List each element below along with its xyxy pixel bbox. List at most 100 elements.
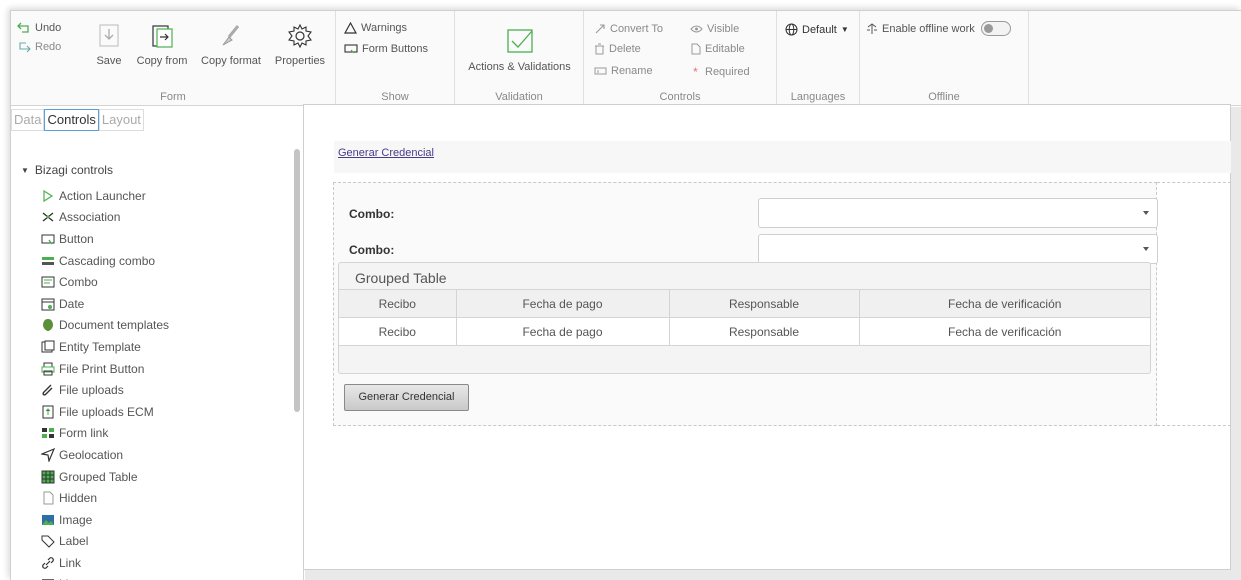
control-item-label: Hidden — [59, 491, 98, 506]
rename-icon — [594, 67, 607, 75]
actions-validations-button[interactable]: Actions & Validations — [461, 27, 578, 73]
column-header[interactable]: Responsable — [669, 289, 860, 318]
properties-label: Properties — [274, 55, 326, 67]
control-item[interactable]: Button — [41, 228, 169, 250]
table-row[interactable]: Recibo Fecha de pago Responsable Fecha d… — [339, 317, 1150, 346]
grouped-table[interactable]: Grouped Table Recibo Fecha de pago Respo… — [338, 262, 1151, 374]
control-item-label: Form link — [59, 426, 109, 441]
table-cell: Recibo — [339, 317, 457, 346]
control-item-label: File Print Button — [59, 361, 145, 376]
redo-icon — [19, 42, 31, 53]
editable-icon — [691, 43, 701, 55]
redo-label: Redo — [35, 41, 62, 53]
control-item[interactable]: File uploads ECM — [41, 401, 169, 423]
warnings-button[interactable]: Warnings — [344, 22, 407, 34]
control-item[interactable]: Entity Template — [41, 336, 169, 358]
warning-triangle-icon — [344, 22, 357, 34]
grouped-table-grid: Recibo Fecha de pago Responsable Fecha d… — [339, 289, 1150, 346]
tab-data[interactable]: Data — [11, 109, 45, 131]
offline-icon — [867, 22, 877, 34]
enable-offline-toggle[interactable]: Enable offline work — [866, 21, 1011, 36]
generar-credencial-link[interactable]: Generar Credencial — [338, 147, 434, 159]
control-item-label: File uploads — [59, 383, 124, 398]
control-item[interactable]: File uploads — [41, 379, 169, 401]
visible-toggle[interactable]: Visible — [690, 23, 739, 35]
control-item[interactable]: Link — [41, 552, 169, 574]
control-item-label: File uploads ECM — [59, 404, 154, 419]
control-item[interactable]: Image — [41, 509, 169, 531]
eye-icon — [690, 25, 703, 33]
tree-root-label: Bizagi controls — [34, 163, 113, 177]
tree-root-bizagi-controls[interactable]: ▼ Bizagi controls — [21, 163, 113, 177]
control-item[interactable]: Geolocation — [41, 444, 169, 466]
control-item[interactable]: Hidden — [41, 487, 169, 509]
panel-tabs: Data Controls Layout — [11, 109, 144, 131]
control-item[interactable]: Association — [41, 207, 169, 229]
delete-button[interactable]: Delete — [594, 43, 641, 55]
image-icon — [42, 514, 54, 525]
control-item[interactable]: Date — [41, 293, 169, 315]
convert-to-label: Convert To — [610, 23, 663, 35]
undo-button[interactable]: Undo — [17, 22, 61, 34]
cascading-combo-icon — [42, 256, 54, 265]
control-item-label: Label — [59, 534, 89, 549]
tab-layout[interactable]: Layout — [98, 109, 144, 131]
control-item[interactable]: Grouped Table — [41, 466, 169, 488]
control-item-label: Image — [59, 512, 93, 527]
delete-label: Delete — [609, 43, 641, 55]
languages-group: Default ▼ Languages — [777, 11, 860, 106]
redo-button[interactable]: Redo — [17, 41, 61, 53]
table-cell: Fecha de verificación — [948, 324, 1062, 339]
asterisk-icon: * — [693, 65, 698, 79]
hidden-file-icon — [43, 491, 54, 505]
control-item-label: Link — [59, 555, 82, 570]
copy-from-button[interactable]: Copy from — [129, 23, 195, 67]
combo1-select[interactable] — [758, 198, 1158, 228]
save-button[interactable]: Save — [94, 23, 124, 67]
control-item[interactable]: List — [41, 574, 169, 580]
table-cell: Fecha de pago — [456, 317, 670, 346]
combo1-label: Combo: — [349, 207, 395, 221]
control-item[interactable]: Cascading combo — [41, 250, 169, 272]
calendar-icon — [41, 298, 55, 311]
required-label: Required — [705, 66, 750, 78]
control-item-label: Document templates — [59, 318, 170, 333]
form-buttons-button[interactable]: Form Buttons — [344, 43, 428, 55]
actions-validations-label: Actions & Validations — [468, 61, 571, 73]
panel-scrollbar[interactable] — [294, 149, 300, 412]
convert-icon — [595, 24, 605, 34]
column-header[interactable]: Fecha de verificación — [859, 290, 1150, 318]
gear-icon — [288, 23, 312, 49]
convert-to-button[interactable]: Convert To — [594, 23, 663, 35]
required-toggle[interactable]: * Required — [690, 65, 750, 79]
control-item-label: Grouped Table — [59, 469, 138, 484]
column-header[interactable]: Recibo — [339, 289, 457, 318]
control-item[interactable]: File Print Button — [41, 358, 169, 380]
control-item[interactable]: Combo — [41, 271, 169, 293]
control-item-label: Cascading combo — [59, 253, 156, 268]
editable-toggle[interactable]: Editable — [690, 43, 745, 55]
combo-icon — [41, 276, 55, 288]
paperclip-icon — [42, 384, 53, 396]
table-cell: Responsable — [669, 317, 860, 346]
language-dropdown[interactable]: Default ▼ — [785, 23, 849, 36]
control-item[interactable]: Form link — [41, 423, 169, 445]
rename-button[interactable]: Rename — [594, 65, 653, 77]
offline-group-label: Offline — [928, 91, 960, 103]
tab-controls[interactable]: Controls — [44, 109, 99, 131]
generar-credencial-button[interactable]: Generar Credencial — [344, 384, 469, 411]
offline-switch[interactable] — [980, 21, 1011, 36]
control-item[interactable]: Action Launcher — [41, 185, 169, 207]
column-header[interactable]: Fecha de pago — [456, 289, 670, 318]
control-item-label: Combo — [59, 275, 98, 290]
combo2-select[interactable] — [758, 234, 1158, 264]
properties-button[interactable]: Properties — [267, 23, 333, 67]
copy-format-button[interactable]: Copy format — [198, 23, 264, 67]
languages-group-label: Languages — [790, 91, 846, 103]
save-icon — [99, 24, 119, 47]
document-template-icon — [43, 319, 53, 332]
control-item[interactable]: Label — [41, 531, 169, 553]
ribbon: Undo Redo Save Copy from Copy format Pro… — [11, 11, 1241, 106]
control-item[interactable]: Document templates — [41, 315, 169, 337]
offline-group: Enable offline work Offline — [860, 11, 1029, 106]
